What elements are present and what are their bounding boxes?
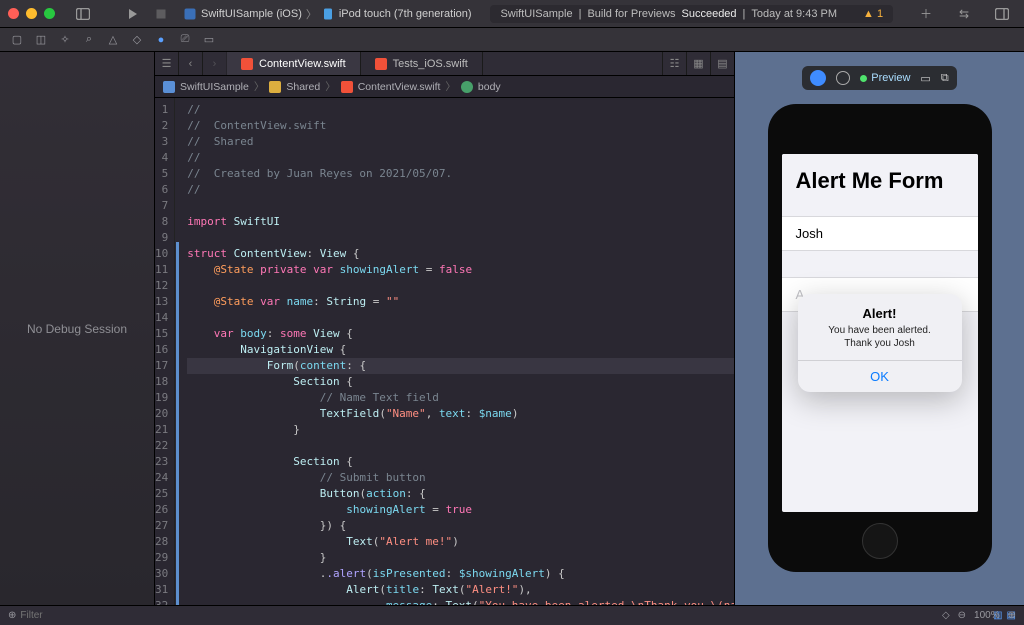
pin-preview-icon[interactable]: ◇	[942, 610, 950, 621]
zoom-out-icon[interactable]: ⊖	[958, 610, 966, 621]
tab-label: Tests_iOS.swift	[393, 58, 468, 70]
stop-button[interactable]	[151, 4, 171, 24]
add-editor-icon[interactable]: ＋	[916, 4, 936, 24]
run-button[interactable]	[123, 4, 143, 24]
build-task: Build for Previews	[587, 8, 675, 20]
device-icon	[321, 7, 335, 21]
device-frame: Alert Me Form Josh A Alert! You have bee…	[768, 104, 992, 572]
scheme-selector[interactable]: SwiftUISample (iOS) 〉 iPod touch (7th ge…	[183, 6, 472, 22]
preview-label: Preview	[871, 72, 910, 84]
adjust-editor-icon[interactable]: ▦	[686, 52, 710, 75]
live-dot-icon	[860, 75, 867, 82]
toggle-sidebar-icon[interactable]	[73, 4, 93, 24]
build-time: Today at 9:43 PM	[751, 8, 837, 20]
alert-box: Alert! You have been alerted. Thank you …	[798, 294, 962, 392]
jump-group[interactable]: Shared	[286, 81, 320, 93]
live-preview-icon[interactable]	[810, 70, 826, 86]
home-button[interactable]	[862, 523, 898, 559]
select-mode-icon[interactable]	[836, 71, 850, 85]
tab-label: ContentView.swift	[259, 58, 346, 70]
library-icon[interactable]	[992, 4, 1012, 24]
zoom-level[interactable]: 100%	[974, 610, 1000, 621]
tab-tests-ios[interactable]: Tests_iOS.swift	[361, 52, 483, 75]
swift-file-icon	[341, 81, 353, 93]
find-nav-icon[interactable]: ⌕	[80, 31, 98, 49]
jump-bar[interactable]: SwiftUISample 〉 Shared 〉 ContentView.swi…	[155, 76, 734, 98]
issue-nav-icon[interactable]: △	[104, 31, 122, 49]
jump-symbol[interactable]: body	[478, 81, 501, 93]
filter-icon[interactable]: ⊕	[8, 610, 16, 621]
build-status[interactable]: SwiftUISample | Build for Previews Succe…	[490, 5, 893, 23]
forward-button[interactable]: ›	[203, 52, 227, 75]
alert-ok-button[interactable]: OK	[798, 360, 962, 392]
scheme-device: iPod touch (7th generation)	[339, 8, 472, 20]
build-result: Succeeded	[682, 8, 737, 20]
warning-badge[interactable]: ▲ 1	[863, 8, 883, 20]
project-nav-icon[interactable]: ▢	[8, 31, 26, 49]
editor-options-icon[interactable]: ▤	[710, 52, 734, 75]
tab-bar: ☰ ‹ › ContentView.swift Tests_iOS.swift …	[155, 52, 734, 76]
line-gutter: 1234567891011121314151617181920212223242…	[155, 98, 175, 605]
zoom-in-icon[interactable]: ⊕	[1008, 610, 1016, 621]
filter-input[interactable]	[16, 610, 96, 621]
minimap-icon[interactable]: ☷	[662, 52, 686, 75]
traffic-lights	[8, 8, 55, 19]
breakpoint-nav-icon[interactable]: ⎚	[176, 31, 194, 49]
build-product: SwiftUISample	[500, 8, 572, 20]
folder-icon	[269, 81, 281, 93]
main-area: No Debug Session ☰ ‹ › ContentView.swift…	[0, 52, 1024, 605]
swift-file-icon	[241, 58, 253, 70]
test-nav-icon[interactable]: ◇	[128, 31, 146, 49]
preview-canvas: Preview ▭ ⧉ Alert Me Form Josh A Alert!	[734, 52, 1024, 605]
device-preview-icon[interactable]: ▭	[920, 72, 930, 85]
jump-file[interactable]: ContentView.swift	[358, 81, 441, 93]
canvas-controls[interactable]: Preview ▭ ⧉	[802, 66, 956, 90]
navigator-panel: No Debug Session	[0, 52, 155, 605]
close-window-button[interactable]	[8, 8, 19, 19]
jump-project[interactable]: SwiftUISample	[180, 81, 249, 93]
project-icon	[163, 81, 175, 93]
navigator-toolbar: ▢ ◫ ✧ ⌕ △ ◇ ● ⎚ ▭	[0, 28, 1024, 52]
titlebar: SwiftUISample (iOS) 〉 iPod touch (7th ge…	[0, 0, 1024, 28]
code-text[interactable]: // // ContentView.swift // Shared // // …	[179, 98, 734, 605]
zoom-window-button[interactable]	[44, 8, 55, 19]
navigator-empty-label: No Debug Session	[27, 322, 127, 336]
source-control-nav-icon[interactable]: ◫	[32, 31, 50, 49]
tab-contentview[interactable]: ContentView.swift	[227, 52, 361, 75]
alert-message: You have been alerted. Thank you Josh	[810, 324, 950, 350]
report-nav-icon[interactable]: ▭	[200, 31, 218, 49]
alert-title: Alert!	[810, 306, 950, 321]
property-icon	[461, 81, 473, 93]
device-screen[interactable]: Alert Me Form Josh A Alert! You have bee…	[782, 154, 978, 512]
swift-file-icon	[375, 58, 387, 70]
bottom-bar: ⊕ ▥ ▤ ◇ ⊖ 100% ⊕	[0, 605, 1024, 625]
editor-panel: ☰ ‹ › ContentView.swift Tests_iOS.swift …	[155, 52, 734, 605]
scheme-separator: 〉	[306, 6, 317, 22]
symbol-nav-icon[interactable]: ✧	[56, 31, 74, 49]
minimize-window-button[interactable]	[26, 8, 37, 19]
debug-nav-icon[interactable]: ●	[152, 31, 170, 49]
related-items-icon[interactable]: ☰	[155, 52, 179, 75]
scheme-name: SwiftUISample (iOS)	[201, 8, 302, 20]
scheme-app-icon	[183, 7, 197, 21]
duplicate-preview-icon[interactable]: ⧉	[941, 72, 949, 85]
back-button[interactable]: ‹	[179, 52, 203, 75]
code-editor[interactable]: 1234567891011121314151617181920212223242…	[155, 98, 734, 605]
code-review-icon[interactable]: ⇆	[954, 4, 974, 24]
